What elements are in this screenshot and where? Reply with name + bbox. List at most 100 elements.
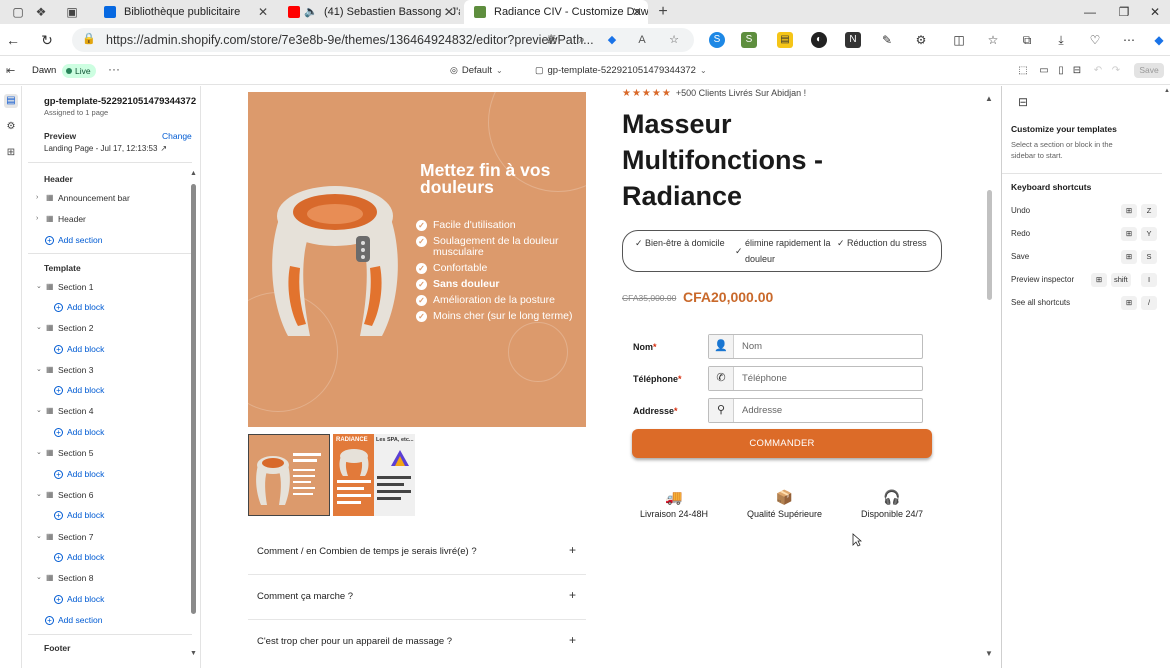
close-tab-icon[interactable]: ✕ xyxy=(258,0,268,24)
theme-settings-gear-icon[interactable]: ⚙ xyxy=(4,120,18,134)
scroll-down-icon[interactable]: ▼ xyxy=(985,649,993,658)
address-field[interactable]: ⚲ xyxy=(708,398,923,423)
faq-item[interactable]: C'est trop cher pour un appareil de mass… xyxy=(248,620,586,665)
close-window-icon[interactable]: ✕ xyxy=(1138,0,1170,24)
extension-color-icon[interactable]: ◐ xyxy=(811,32,827,48)
add-section-button[interactable]: + Add section xyxy=(45,233,102,247)
close-tab-icon[interactable]: ✕ xyxy=(632,0,642,24)
speaker-icon[interactable]: 🔈 xyxy=(304,0,318,24)
new-tab-icon[interactable]: + xyxy=(655,4,671,20)
name-field[interactable]: 👤 xyxy=(708,334,923,359)
browser-essentials-icon[interactable]: ♡ xyxy=(1087,32,1103,48)
sidebar-item-section-5[interactable]: ⌄ ▦ Section 5 xyxy=(23,445,191,461)
chevron-down-icon[interactable]: ⌄ xyxy=(36,403,42,419)
mobile-view-icon[interactable]: ▯ xyxy=(1055,65,1067,77)
faq-item[interactable]: Comment / en Combien de temps je serais … xyxy=(248,530,586,575)
eyedropper-icon[interactable]: ✎ xyxy=(879,32,895,48)
chevron-right-icon[interactable]: › xyxy=(36,190,38,206)
collections-icon[interactable]: ⧉ xyxy=(1019,32,1035,48)
save-button[interactable]: Save xyxy=(1134,63,1164,78)
shopify-extension-icon[interactable]: S xyxy=(741,32,757,48)
chevron-down-icon[interactable]: ⌄ xyxy=(36,320,42,336)
extension-n-icon[interactable]: N xyxy=(845,32,861,48)
sidebar-scrollbar[interactable]: ▲ ▼ xyxy=(190,170,197,660)
chevron-down-icon[interactable]: ⌄ xyxy=(36,570,42,586)
redo-icon[interactable]: ↷ xyxy=(1110,65,1122,77)
settings-more-icon[interactable]: ⋯ xyxy=(1121,32,1137,48)
chevron-right-icon[interactable]: › xyxy=(36,211,38,227)
add-section-button[interactable]: + Add section xyxy=(45,613,102,627)
fullscreen-view-icon[interactable]: ⊟ xyxy=(1071,65,1083,77)
tab-radiance-customize[interactable]: Radiance CIV - Customize Dawn ✕ xyxy=(464,0,648,24)
tag-extension-icon[interactable]: ◆ xyxy=(604,32,620,48)
chevron-down-icon[interactable]: ⌄ xyxy=(36,279,42,295)
address-bar[interactable]: 🔒 https://admin.shopify.com/store/7e3e8b… xyxy=(72,28,694,52)
url-text[interactable]: https://admin.shopify.com/store/7e3e8b-9… xyxy=(106,33,594,47)
plus-icon[interactable]: + xyxy=(569,633,576,647)
add-block-button[interactable]: + Add block xyxy=(54,342,104,356)
scrollbar-thumb[interactable] xyxy=(191,184,196,614)
product-thumbnail-1[interactable] xyxy=(248,434,330,516)
shortcut-see-all[interactable]: See all shortcuts ⊞ / xyxy=(1011,296,1161,310)
read-aloud-icon[interactable]: A xyxy=(634,32,650,48)
exit-icon[interactable]: ⇤ xyxy=(6,64,15,77)
app-embeds-icon[interactable]: ⊞ xyxy=(4,146,18,160)
lock-icon[interactable]: 🔒 xyxy=(82,32,96,45)
chevron-down-icon[interactable]: ⌄ xyxy=(36,362,42,378)
undo-icon[interactable]: ↶ xyxy=(1092,65,1104,77)
chevron-down-icon[interactable]: ⌄ xyxy=(36,529,42,545)
refresh-icon[interactable]: ↻ xyxy=(38,31,56,49)
sidebar-item-section-6[interactable]: ⌄ ▦ Section 6 xyxy=(23,487,191,503)
restore-icon[interactable]: ❐ xyxy=(1107,0,1141,24)
sidebar-item-announcement-bar[interactable]: › ▦ Announcement bar xyxy=(23,190,191,206)
panel-scroll-up-icon[interactable]: ▲ xyxy=(1164,88,1170,94)
sections-icon[interactable]: ▤ xyxy=(4,94,18,108)
name-input[interactable] xyxy=(734,335,922,358)
preview-scrollbar[interactable]: ▲ ▼ xyxy=(985,94,995,658)
copilot-icon[interactable]: ◆ xyxy=(1151,32,1167,48)
translate-icon[interactable]: あ xyxy=(544,32,560,48)
product-hero-image[interactable]: Mettez fin à vos douleurs ✓ Facile d'util… xyxy=(248,92,586,427)
sidebar-item-section-3[interactable]: ⌄ ▦ Section 3 xyxy=(23,362,191,378)
scroll-up-icon[interactable]: ▲ xyxy=(190,170,197,177)
tab-actions-icon[interactable]: ▣ xyxy=(64,4,80,20)
favorites-icon[interactable]: ☆ xyxy=(985,32,1001,48)
scroll-up-icon[interactable]: ▲ xyxy=(985,94,993,103)
sidebar-item-section-4[interactable]: ⌄ ▦ Section 4 xyxy=(23,403,191,419)
add-block-button[interactable]: + Add block xyxy=(54,467,104,481)
extensions-icon[interactable]: ⚙ xyxy=(913,32,929,48)
order-button[interactable]: COMMANDER xyxy=(632,429,932,458)
scroll-down-icon[interactable]: ▼ xyxy=(190,650,197,657)
add-block-button[interactable]: + Add block xyxy=(54,300,104,314)
chevron-down-icon[interactable]: ⌄ xyxy=(36,445,42,461)
sidebar-item-section-7[interactable]: ⌄ ▦ Section 7 xyxy=(23,529,191,545)
plus-icon[interactable]: + xyxy=(569,543,576,557)
minimize-icon[interactable]: — xyxy=(1073,0,1107,24)
favorite-star-icon[interactable]: ☆ xyxy=(666,32,682,48)
notes-extension-icon[interactable]: ▤ xyxy=(777,32,793,48)
phone-field[interactable]: ✆ xyxy=(708,366,923,391)
desktop-view-icon[interactable]: ▭ xyxy=(1038,65,1050,77)
inspector-icon[interactable]: ⬚ xyxy=(1017,65,1029,77)
add-block-button[interactable]: + Add block xyxy=(54,383,104,397)
sidebar-item-section-2[interactable]: ⌄ ▦ Section 2 xyxy=(23,320,191,336)
product-thumbnail-2[interactable]: RADIANCE Les SPA, etc... xyxy=(333,434,415,516)
add-block-button[interactable]: + Add block xyxy=(54,550,104,564)
downloads-icon[interactable]: ⤓ xyxy=(1053,32,1069,48)
close-tab-icon[interactable]: ✕ xyxy=(444,0,454,24)
plus-icon[interactable]: + xyxy=(569,588,576,602)
change-preview-link[interactable]: Change xyxy=(162,131,192,141)
add-block-button[interactable]: + Add block xyxy=(54,592,104,606)
back-icon[interactable]: ← xyxy=(4,31,22,49)
sidebar-item-header[interactable]: › ▦ Header xyxy=(23,211,191,227)
tab-youtube[interactable]: 🔈 (41) Sebastien Bassong : J'ai ✕ xyxy=(278,0,460,24)
split-screen-icon[interactable]: ◫ xyxy=(951,32,967,48)
template-select[interactable]: ▢ gp-template-522921051479344372 ⌄ xyxy=(535,65,707,76)
tab-bibliotheque[interactable]: Bibliothèque publicitaire ✕ xyxy=(94,0,274,24)
faq-item[interactable]: Comment ça marche ? + xyxy=(248,575,586,620)
sidebar-item-section-1[interactable]: ⌄ ▦ Section 1 xyxy=(23,279,191,295)
zoom-icon[interactable]: ⌕ xyxy=(574,32,590,48)
profile-icon[interactable]: ▢ xyxy=(10,4,26,20)
sidebar-item-section-8[interactable]: ⌄ ▦ Section 8 xyxy=(23,570,191,586)
scrollbar-thumb[interactable] xyxy=(987,190,992,300)
